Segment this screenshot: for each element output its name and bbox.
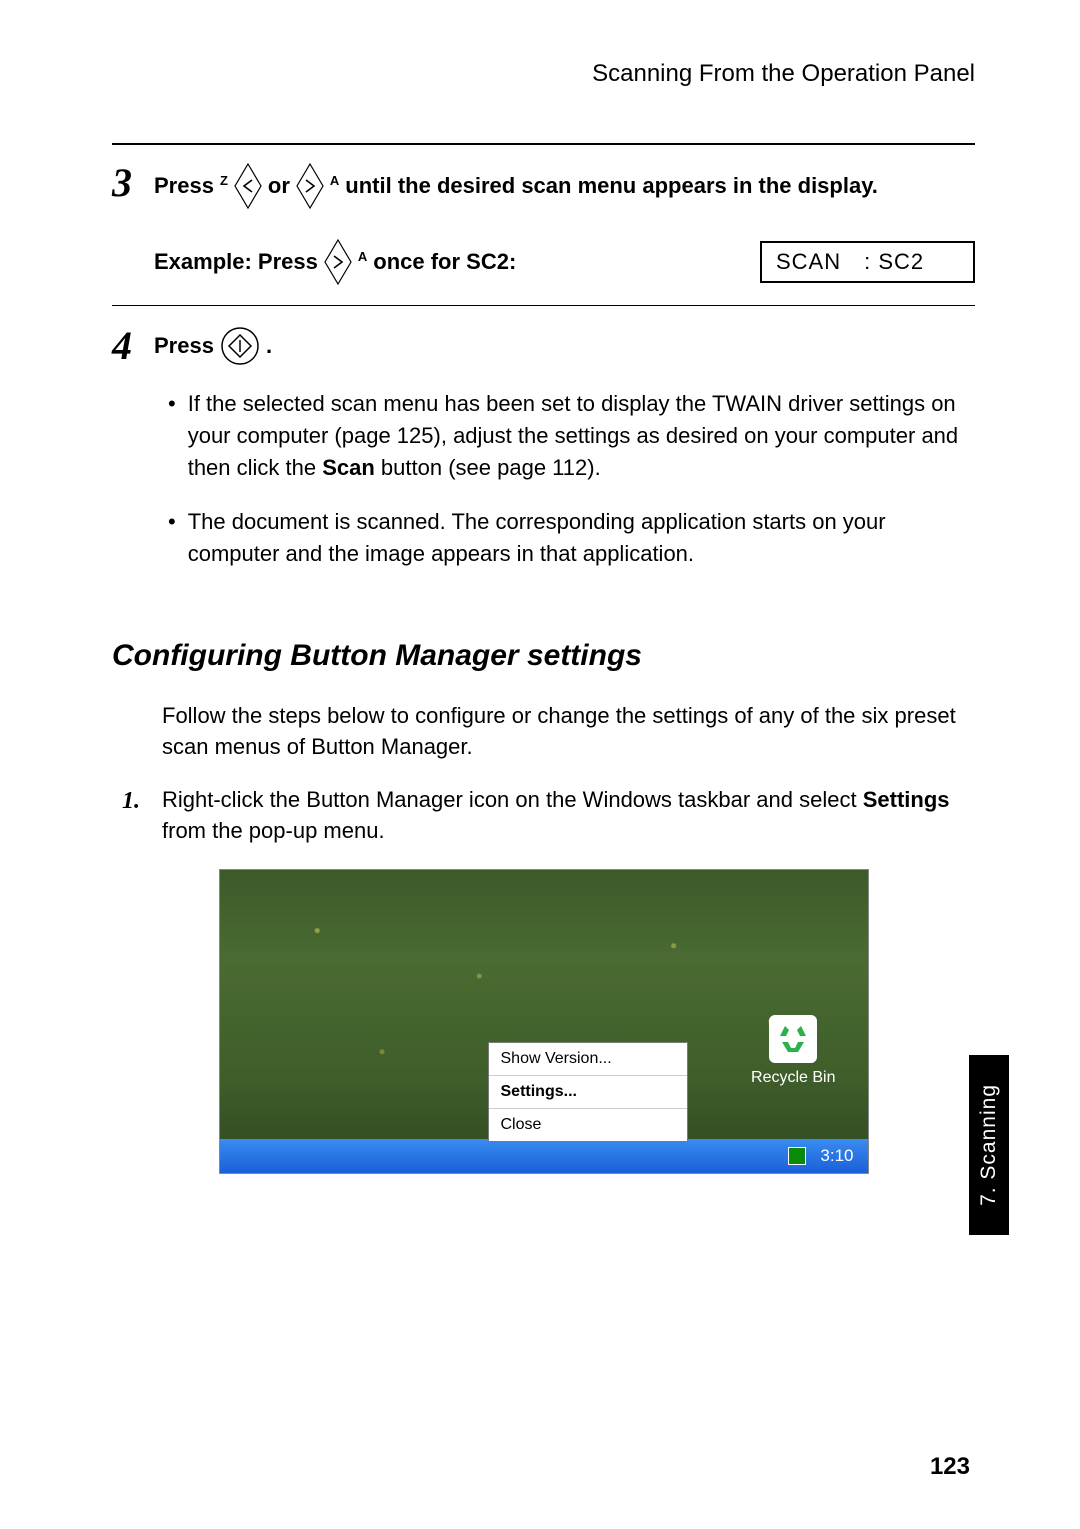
or-label: or [268,173,290,199]
lcd-display: SCAN : SC2 [760,241,975,283]
step3-instruction: Press Z or A until the desired scan menu… [154,163,975,209]
recycle-bin-label: Recycle Bin [751,1069,835,1087]
example-prefix: Example: Press [154,249,318,275]
dot: . [266,333,272,359]
taskbar-clock: 3:10 [820,1146,853,1166]
section-intro: Follow the steps below to configure or c… [162,701,975,763]
left-arrow-diamond-icon [234,163,262,209]
bullet-item: • If the selected scan menu has been set… [168,388,975,484]
taskbar: 3:10 [220,1139,868,1173]
example-suffix: once for SC2: [373,249,516,275]
section-heading: Configuring Button Manager settings [112,639,975,673]
bullet1-text-b: button (see page 112). [375,455,601,480]
step-3: 3 Press Z or A until the desired scan me… [112,163,975,305]
chapter-side-tab: 7. Scanning [969,1055,1009,1235]
press-label: Press [154,333,214,359]
recycle-bin[interactable]: Recycle Bin [751,1015,835,1087]
running-head: Scanning From the Operation Panel [112,60,975,88]
example-superscript: A [358,249,367,264]
button-manager-tray-icon[interactable] [788,1147,806,1165]
context-menu: Show Version... Settings... Close [488,1042,688,1142]
page-number: 123 [930,1453,970,1481]
numstep1-text-b: from the pop-up menu. [162,818,385,843]
start-diamond-circle-icon [220,326,260,366]
bullet-dot-icon: • [168,506,176,570]
bullet-item: • The document is scanned. The correspon… [168,506,975,570]
windows-desktop-screenshot: Recycle Bin Show Version... Settings... … [219,869,869,1174]
step4-bullets: • If the selected scan menu has been set… [168,388,975,569]
step4-instruction: Press . [154,326,975,366]
divider [112,305,975,306]
right-arrow-diamond-icon [296,163,324,209]
example-row: Example: Press A once for SC2: SCAN : SC… [154,239,975,285]
press-label: Press [154,173,214,199]
recycle-bin-icon [769,1015,817,1063]
left-superscript: Z [220,173,228,188]
chapter-side-tab-label: 7. Scanning [977,1084,1001,1206]
step-number-4: 4 [112,326,154,366]
bullet1-bold: Scan [322,455,375,480]
numbered-step-1: 1. Right-click the Button Manager icon o… [122,785,975,847]
numstep1-bold: Settings [863,787,950,812]
context-menu-settings[interactable]: Settings... [489,1076,687,1109]
step3-rest: until the desired scan menu appears in t… [345,173,878,199]
context-menu-close[interactable]: Close [489,1109,687,1141]
right-arrow-diamond-icon [324,239,352,285]
numbered-step-number: 1. [122,785,162,847]
bullet2-text: The document is scanned. The correspondi… [188,506,975,570]
divider [112,143,975,145]
step-4: 4 Press . [112,326,975,366]
bullet-dot-icon: • [168,388,176,484]
step-number-3: 3 [112,163,154,203]
numstep1-text-a: Right-click the Button Manager icon on t… [162,787,863,812]
context-menu-show-version[interactable]: Show Version... [489,1043,687,1076]
right-superscript: A [330,173,339,188]
